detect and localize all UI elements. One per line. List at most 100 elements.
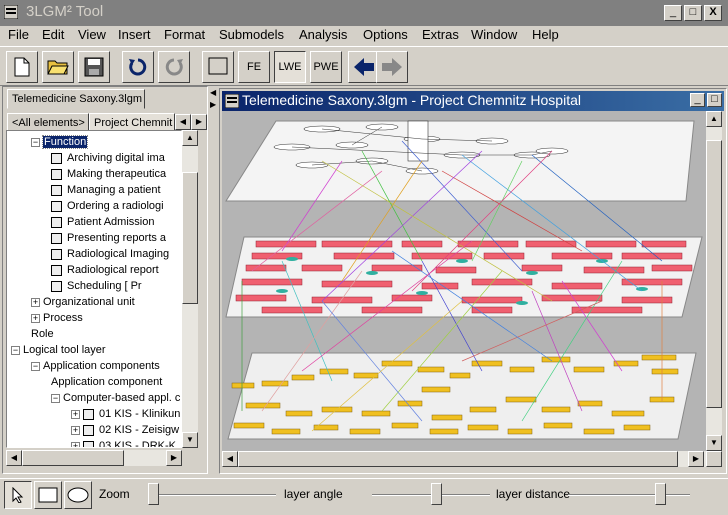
tree-scroll-left-button[interactable]: ◀ [6, 450, 22, 466]
new-file-icon [14, 57, 30, 77]
lwe-button[interactable]: LWE [274, 51, 306, 83]
zoom-slider-track[interactable] [148, 494, 276, 496]
expand-toggle-icon[interactable]: + [31, 313, 40, 323]
layer-distance-slider[interactable] [654, 483, 666, 505]
undo-button[interactable] [122, 51, 154, 83]
layer-angle-slider[interactable] [430, 483, 442, 505]
menu-window[interactable]: Window [471, 27, 517, 42]
maximize-button[interactable]: □ [684, 5, 702, 21]
splitter-left-arrow[interactable]: ◀ [210, 88, 216, 97]
zoom-slider[interactable] [148, 483, 159, 505]
tree-node[interactable]: Radiological report [51, 263, 159, 278]
tree-node[interactable]: − Logical tool layer [11, 343, 106, 358]
canvas-hscroll-thumb[interactable] [238, 451, 678, 467]
tab-scroll-right-button[interactable]: ▶ [191, 114, 207, 130]
tree-element-icon [51, 264, 62, 276]
menu-extras[interactable]: Extras [422, 27, 459, 42]
expand-toggle-icon[interactable]: + [71, 425, 80, 435]
tree-scroll-thumb[interactable] [182, 172, 198, 304]
menu-view[interactable]: View [78, 27, 106, 42]
ellipse-shape-button[interactable] [64, 481, 92, 509]
tree-node[interactable]: Role [31, 327, 54, 342]
tree-node[interactable]: Ordering a radiologi [51, 199, 164, 214]
tree-node-label: Application components [43, 360, 160, 372]
new-file-button[interactable] [6, 51, 38, 83]
app-menu-icon[interactable] [4, 5, 18, 19]
expand-toggle-icon[interactable]: + [71, 409, 80, 419]
rectangle-shape-button[interactable] [34, 481, 62, 509]
fe-button[interactable]: FE [238, 51, 270, 83]
expand-toggle-icon[interactable]: + [31, 297, 40, 307]
tree-node[interactable]: Managing a patient [51, 183, 161, 198]
domain-layer-plane[interactable] [225, 236, 703, 318]
tree-node-label: Ordering a radiologi [67, 200, 164, 212]
menu-edit[interactable]: Edit [42, 27, 64, 42]
menu-help[interactable]: Help [532, 27, 559, 42]
open-folder-icon [47, 60, 69, 75]
collapse-toggle-icon[interactable]: − [51, 393, 60, 403]
tree-node[interactable]: +02 KIS - Zeisigw [71, 423, 179, 438]
tree-scroll-up-button[interactable]: ▲ [182, 130, 198, 146]
menu-submodels[interactable]: Submodels [219, 27, 284, 42]
collapse-toggle-icon[interactable]: − [31, 137, 40, 147]
file-tab[interactable]: Telemedicine Saxony.3lgm [7, 89, 145, 109]
pane-splitter[interactable]: ◀ ▶ [208, 86, 218, 474]
pwe-button[interactable]: PWE [310, 51, 342, 83]
menu-insert[interactable]: Insert [118, 27, 151, 42]
tree-node[interactable]: +01 KIS - Klinikun [71, 407, 180, 422]
tree-node[interactable]: Making therapeutica [51, 167, 166, 182]
document-menu-icon[interactable] [225, 94, 239, 108]
tree-node-label: Patient Admission [67, 216, 155, 228]
canvas-scroll-left-button[interactable]: ◀ [222, 451, 238, 467]
tree-element-icon [51, 280, 62, 292]
tree-node[interactable]: Presenting reports a [51, 231, 166, 246]
open-file-button[interactable] [42, 51, 74, 83]
tree-scroll-down-button[interactable]: ▼ [182, 432, 198, 448]
tree-node[interactable]: Scheduling [ Pr [51, 279, 142, 294]
three-layer-diagram-canvas[interactable] [222, 111, 706, 451]
tree-node[interactable]: Application component [51, 375, 162, 390]
tree-hscroll-thumb[interactable] [22, 450, 124, 466]
tab-scroll-left-button[interactable]: ◀ [175, 114, 191, 130]
menu-format[interactable]: Format [164, 27, 205, 42]
tree-node[interactable]: Radiological Imaging [51, 247, 169, 262]
menu-analysis[interactable]: Analysis [299, 27, 347, 42]
select-tool-button[interactable] [4, 481, 32, 509]
minimize-button[interactable]: _ [664, 5, 682, 21]
menu-file[interactable]: File [8, 27, 29, 42]
menu-options[interactable]: Options [363, 27, 408, 42]
rectangle-tool-button[interactable] [202, 51, 234, 83]
tree-node[interactable]: − Function [31, 135, 89, 150]
tree-node[interactable]: + Organizational unit [31, 295, 135, 310]
layer-distance-slider-track[interactable] [568, 494, 690, 496]
canvas-scroll-right-button[interactable]: ▶ [688, 451, 704, 467]
tree-node[interactable]: Patient Admission [51, 215, 154, 230]
document-maximize-button[interactable]: □ [707, 93, 722, 107]
tree-element-icon [83, 440, 94, 447]
save-button[interactable] [78, 51, 110, 83]
collapse-toggle-icon[interactable]: − [11, 345, 20, 355]
tree-scroll-right-button[interactable]: ▶ [166, 450, 182, 466]
canvas-scroll-down-button[interactable]: ▼ [706, 435, 722, 451]
redo-button[interactable] [158, 51, 190, 83]
process-layer-plane[interactable] [225, 120, 695, 202]
tree-node[interactable]: − Application components [31, 359, 160, 374]
arrow-left-icon [354, 58, 374, 76]
ellipse-shape-icon [67, 487, 89, 503]
collapse-toggle-icon[interactable]: − [31, 361, 40, 371]
tree-node[interactable]: + Process [31, 311, 83, 326]
tree-node-label: Managing a patient [67, 184, 161, 196]
splitter-right-arrow[interactable]: ▶ [210, 100, 216, 109]
forward-button[interactable] [376, 51, 408, 83]
expand-toggle-icon[interactable]: + [71, 441, 80, 447]
tree-node[interactable]: +03 KIS - DRK-K [71, 439, 176, 447]
tree-node[interactable]: Archiving digital ima [51, 151, 165, 166]
canvas-scroll-up-button[interactable]: ▲ [706, 111, 722, 127]
tree-node[interactable]: − Computer-based appl. c [51, 391, 180, 406]
canvas-vscroll-thumb[interactable] [706, 140, 722, 408]
rectangle-shape-icon [38, 487, 58, 503]
close-button[interactable]: X [704, 5, 722, 21]
tree-node-label: Role [31, 328, 54, 340]
document-minimize-button[interactable]: _ [690, 93, 705, 107]
three-layer-graph[interactable] [222, 111, 706, 451]
